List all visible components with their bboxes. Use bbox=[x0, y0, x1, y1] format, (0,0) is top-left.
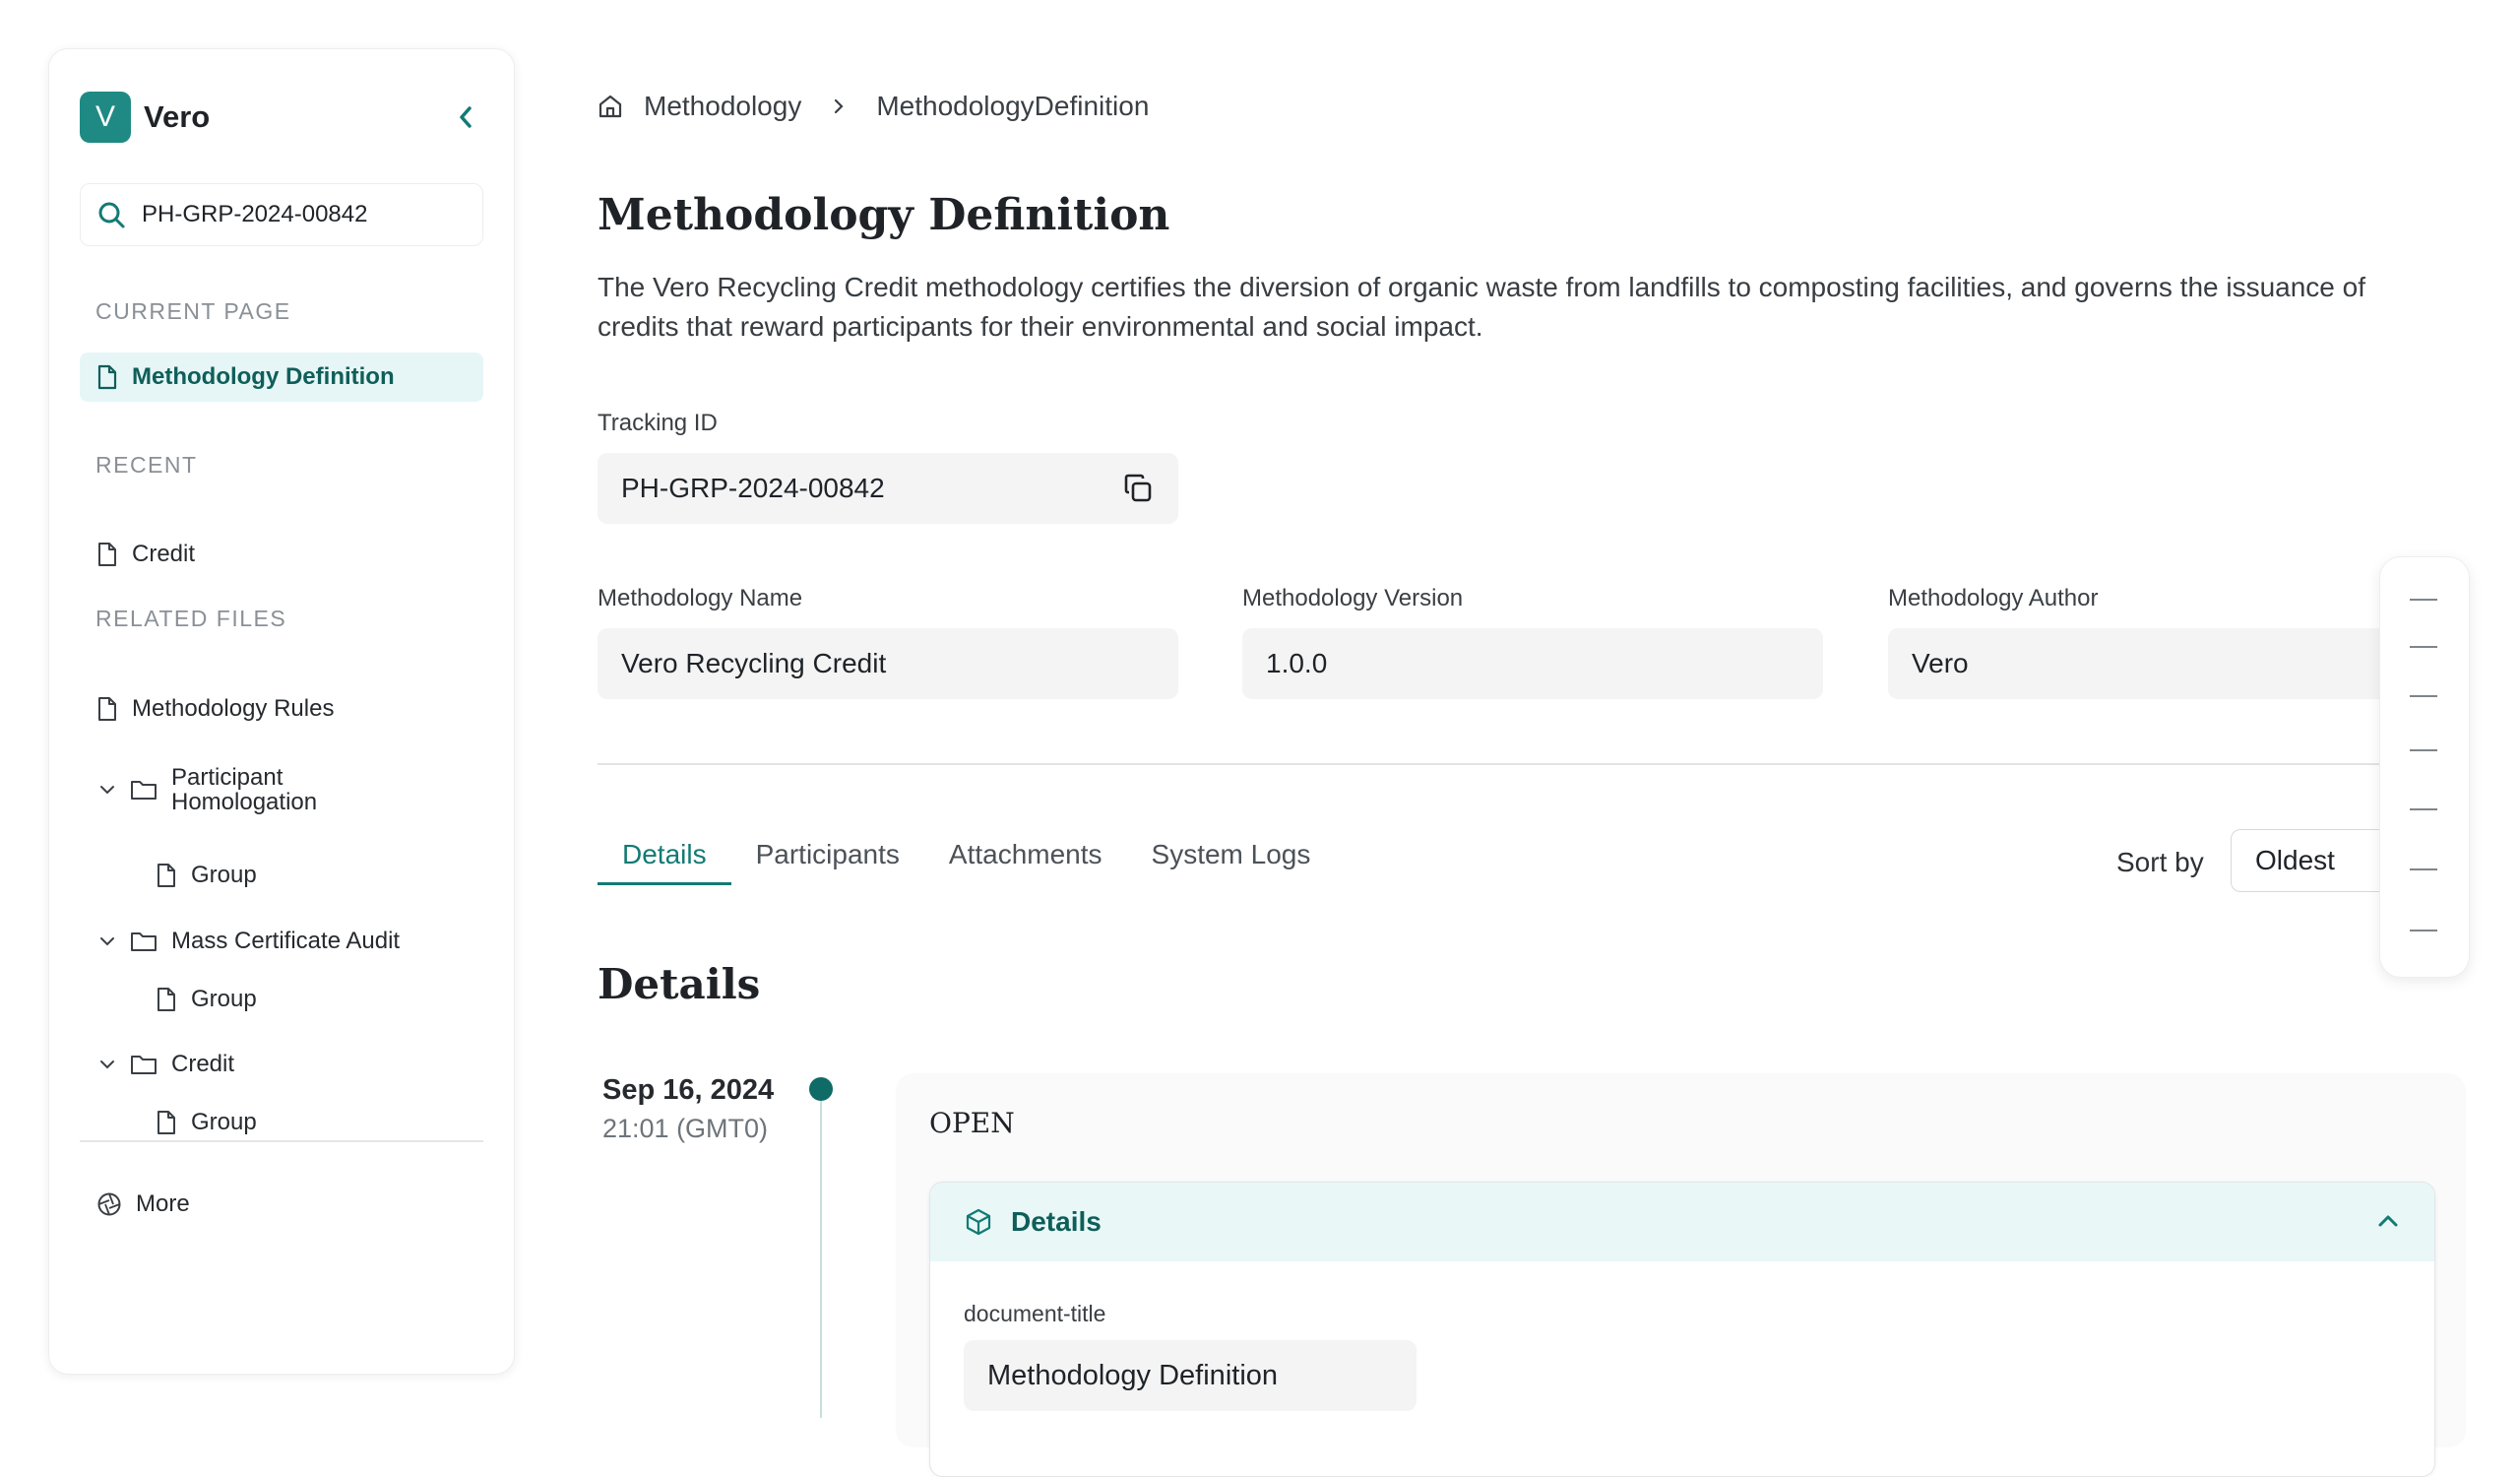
copy-button[interactable] bbox=[1121, 472, 1155, 505]
outline-marker[interactable] bbox=[2410, 808, 2437, 810]
outline-marker[interactable] bbox=[2410, 749, 2437, 751]
sidebar-item-recent-credit[interactable]: Credit bbox=[96, 530, 195, 579]
methodology-author-field: Vero bbox=[1888, 628, 2380, 699]
methodology-author-label: Methodology Author bbox=[1888, 585, 2099, 611]
outline-marker[interactable] bbox=[2410, 599, 2437, 601]
accordion-header[interactable]: Details bbox=[930, 1183, 2434, 1261]
timeline-time: 21:01 (GMT0) bbox=[602, 1114, 769, 1143]
folder-icon bbox=[131, 932, 157, 951]
cube-icon bbox=[966, 1208, 991, 1236]
timeline-line bbox=[820, 1101, 822, 1418]
sort-by-label: Sort by bbox=[2116, 847, 2204, 877]
related-files-heading: RELATED FILES bbox=[95, 606, 287, 631]
timeline-date: Sep 16, 2024 bbox=[602, 1074, 775, 1106]
sidebar-divider bbox=[80, 1140, 483, 1142]
sidebar-item-label: Methodology Definition bbox=[132, 363, 395, 391]
sidebar-item-label: More bbox=[136, 1190, 190, 1218]
outline-marker[interactable] bbox=[2410, 930, 2437, 931]
status-label: OPEN bbox=[929, 1107, 1015, 1139]
methodology-version-field: 1.0.0 bbox=[1242, 628, 1823, 699]
breadcrumb-current: MethodologyDefinition bbox=[876, 91, 1150, 121]
sidebar-item-more[interactable]: More bbox=[96, 1180, 190, 1229]
chevron-down-icon bbox=[100, 937, 114, 946]
sidebar-item-methodology-definition[interactable]: Methodology Definition bbox=[80, 353, 483, 402]
methodology-version-value: 1.0.0 bbox=[1266, 648, 1328, 678]
methodology-name-field: Vero Recycling Credit bbox=[598, 628, 1178, 699]
sidebar-item-mass-group[interactable]: Group bbox=[156, 975, 257, 1024]
brand-name: Vero bbox=[144, 99, 211, 134]
chevron-up-icon[interactable] bbox=[2375, 1210, 2401, 1232]
sidebar-item-label: Group bbox=[191, 1109, 257, 1136]
tab-attachments[interactable]: Attachments bbox=[924, 839, 1127, 885]
brand[interactable]: V Vero bbox=[80, 92, 210, 143]
outline-marker[interactable] bbox=[2410, 868, 2437, 870]
brand-logo: V bbox=[80, 92, 131, 143]
section-divider bbox=[598, 763, 2379, 765]
page-title: Methodology Definition bbox=[598, 190, 1170, 240]
methodology-version-label: Methodology Version bbox=[1242, 585, 1464, 611]
chevron-down-icon bbox=[100, 786, 114, 795]
sidebar-folder-credit[interactable]: Credit bbox=[96, 1040, 234, 1089]
copy-icon bbox=[1124, 474, 1152, 502]
folder-icon bbox=[131, 1056, 157, 1074]
details-heading: Details bbox=[598, 960, 761, 1008]
outline-marker[interactable] bbox=[2410, 646, 2437, 648]
file-icon bbox=[158, 988, 175, 1011]
tab-system-logs[interactable]: System Logs bbox=[1127, 839, 1336, 885]
tracking-id-field: PH-GRP-2024-00842 bbox=[598, 453, 1178, 524]
chevron-right-icon bbox=[835, 98, 844, 114]
tab-participants[interactable]: Participants bbox=[731, 839, 924, 885]
current-page-heading: CURRENT PAGE bbox=[95, 298, 291, 324]
details-accordion: Details document-title Methodology Defin… bbox=[929, 1182, 2435, 1477]
file-icon bbox=[97, 364, 117, 390]
sidebar-item-label: Credit bbox=[171, 1051, 235, 1078]
timeline-dot bbox=[809, 1077, 833, 1101]
sidebar-folder-mass-certificate-audit[interactable]: Mass Certificate Audit bbox=[96, 917, 400, 966]
search-icon bbox=[98, 202, 125, 228]
sidebar-item-label: Mass Certificate Audit bbox=[171, 928, 401, 955]
document-title-label: document-title bbox=[964, 1301, 1106, 1326]
file-icon bbox=[158, 864, 175, 887]
sidebar-item-label: Methodology Rules bbox=[132, 695, 335, 723]
search-box[interactable] bbox=[80, 183, 483, 246]
sidebar-item-methodology-rules[interactable]: Methodology Rules bbox=[96, 684, 334, 734]
tracking-id-value: PH-GRP-2024-00842 bbox=[621, 473, 885, 503]
sort-select[interactable]: Oldest bbox=[2231, 829, 2388, 892]
tab-details[interactable]: Details bbox=[598, 839, 731, 885]
file-icon bbox=[158, 1111, 175, 1134]
file-icon bbox=[98, 543, 116, 566]
sidebar-item-label: Group bbox=[191, 986, 257, 1013]
sidebar-item-participant-group[interactable]: Group bbox=[156, 851, 257, 900]
search-input[interactable] bbox=[140, 200, 455, 229]
recent-heading: RECENT bbox=[95, 452, 198, 478]
tracking-id-label: Tracking ID bbox=[598, 410, 718, 436]
tab-bar: Details Participants Attachments System … bbox=[598, 839, 1335, 885]
sidebar: V Vero CURRENT PAGE Methodology Definiti… bbox=[48, 48, 515, 1375]
file-icon bbox=[98, 697, 116, 721]
breadcrumb-methodology-link[interactable]: Methodology bbox=[644, 91, 801, 122]
page-description: The Vero Recycling Credit methodology ce… bbox=[598, 272, 2366, 342]
aperture-icon bbox=[97, 1192, 121, 1216]
outline-marker[interactable] bbox=[2410, 695, 2437, 697]
methodology-name-label: Methodology Name bbox=[598, 585, 803, 611]
collapse-sidebar-button[interactable] bbox=[449, 100, 482, 134]
folder-icon bbox=[131, 781, 157, 800]
methodology-name-value: Vero Recycling Credit bbox=[621, 648, 887, 678]
page-outline-minimap[interactable] bbox=[2379, 556, 2470, 978]
sidebar-item-label: Credit bbox=[132, 541, 196, 568]
sidebar-item-label: Participant Homologation bbox=[171, 763, 318, 815]
methodology-author-value: Vero bbox=[1912, 648, 1969, 678]
chevron-down-icon bbox=[100, 1060, 114, 1069]
document-title-value: Methodology Definition bbox=[964, 1340, 1417, 1411]
sort-selected-value: Oldest bbox=[2255, 845, 2335, 875]
home-icon bbox=[598, 95, 622, 118]
breadcrumb: Methodology MethodologyDefinition bbox=[597, 91, 1149, 122]
accordion-title: Details bbox=[1011, 1206, 1102, 1237]
sidebar-folder-participant-homologation[interactable]: Participant Homologation bbox=[96, 760, 358, 819]
sidebar-item-label: Group bbox=[191, 862, 257, 889]
event-card: OPEN Details document-title Methodology … bbox=[896, 1073, 2466, 1477]
chevron-left-icon bbox=[460, 106, 472, 128]
